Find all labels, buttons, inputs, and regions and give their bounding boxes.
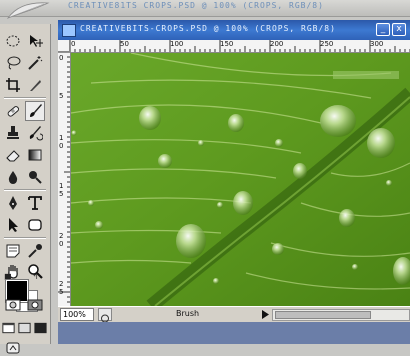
vertical-ruler[interactable]: 0 5 1 0 1 5 2 0 2 5 <box>58 52 71 320</box>
rounded-rect-icon <box>28 219 42 231</box>
swap-colors-icon[interactable]: ↰ <box>32 272 39 281</box>
crop-tool[interactable] <box>3 75 23 95</box>
feather-logo-icon <box>6 2 50 19</box>
dashed-ellipse-icon <box>6 35 20 47</box>
arrow-pointer-icon <box>9 218 18 232</box>
history-brush-icon <box>29 126 43 141</box>
healing-brush-tool[interactable] <box>3 101 23 121</box>
screen-mode-full-menu[interactable] <box>17 320 32 335</box>
gradient-tool[interactable] <box>25 145 45 165</box>
magic-wand-icon <box>28 56 43 70</box>
screen-mode-full[interactable] <box>33 320 48 335</box>
type-tool[interactable] <box>25 193 45 213</box>
ruler-v-label: 5 <box>59 190 64 198</box>
path-selection-tool[interactable] <box>3 215 23 235</box>
document-window[interactable]: CREATIVEBITS-CROPS.PSD @ 100% (CROPS, RG… <box>58 20 410 344</box>
pen-nib-icon <box>9 196 17 210</box>
ruler-v-label: 0 <box>59 54 64 62</box>
type-t-icon <box>28 196 42 210</box>
ruler-v-label: 1 <box>59 134 64 142</box>
brush-tool[interactable] <box>25 101 45 121</box>
scroll-thumb[interactable] <box>275 311 371 319</box>
ruler-v-label: 0 <box>59 142 64 150</box>
ruler-h-label: 150 <box>220 40 234 48</box>
eyedropper-tool[interactable] <box>25 241 45 261</box>
dodge-icon <box>29 171 42 184</box>
ruler-h-label: 300 <box>370 40 384 48</box>
quick-mask-icon <box>27 299 43 311</box>
horizontal-ruler[interactable]: 0 50 100 150 200 250 300 <box>70 40 410 53</box>
lasso-tool[interactable] <box>3 53 23 73</box>
shape-tool[interactable] <box>25 215 45 235</box>
clone-stamp-tool[interactable] <box>3 123 23 143</box>
minimize-button[interactable]: _ <box>376 23 390 36</box>
image-canvas[interactable] <box>71 53 410 306</box>
ruler-v-label: 1 <box>59 182 64 190</box>
window-icon <box>2 322 15 333</box>
ruler-h-label: 50 <box>120 40 129 48</box>
eyedropper-icon <box>28 244 42 258</box>
window-full-icon <box>18 322 31 333</box>
standard-mode-icon <box>5 299 21 311</box>
gradient-icon <box>28 149 42 161</box>
quick-mask-button[interactable] <box>25 296 45 314</box>
ruler-v-label: 2 <box>59 232 64 240</box>
note-icon <box>6 244 20 258</box>
pen-tool[interactable] <box>3 193 23 213</box>
eraser-tool[interactable] <box>3 145 23 165</box>
document-title-bar[interactable]: CREATIVEBITS-CROPS.PSD @ 100% (CROPS, RG… <box>58 20 410 40</box>
ruler-v-label: 2 <box>59 280 64 288</box>
blur-tool[interactable] <box>3 167 23 187</box>
options-bar: CREATIVE81TS CROPS.PSD @ 100% (CROPS, RG… <box>0 0 410 19</box>
marquee-tool[interactable] <box>3 31 23 51</box>
screen-mode-standard[interactable] <box>1 320 16 335</box>
slice-tool[interactable] <box>25 75 45 95</box>
close-button[interactable]: x <box>392 23 406 36</box>
window-dark-icon <box>34 322 47 333</box>
paintbrush-icon <box>30 104 42 117</box>
magic-wand-tool[interactable] <box>25 53 45 73</box>
document-icon <box>62 24 76 37</box>
move-tool[interactable] <box>25 31 45 51</box>
ruler-h-label: 0 <box>71 40 76 48</box>
status-tool-text: Brush <box>176 309 200 318</box>
move-arrow-icon <box>30 35 43 47</box>
status-bar: 100% Brush <box>58 306 410 323</box>
water-drop-icon <box>8 171 18 184</box>
bandage-icon <box>7 106 20 117</box>
stamp-icon <box>7 126 19 139</box>
window-bottom-area <box>58 322 410 344</box>
jump-to-imageready-button[interactable] <box>3 340 23 356</box>
leaf-image <box>71 53 410 306</box>
ruler-v-label: 5 <box>59 288 64 296</box>
lasso-icon <box>7 56 21 70</box>
ruler-origin[interactable] <box>58 40 70 52</box>
ruler-h-label: 100 <box>170 40 184 48</box>
status-info-button[interactable] <box>98 308 112 323</box>
crop-icon <box>6 78 20 92</box>
document-title: CREATIVEBITS-CROPS.PSD @ 100% (CROPS, RG… <box>80 24 336 33</box>
horizontal-scrollbar[interactable] <box>272 309 410 321</box>
eraser-icon <box>6 150 20 162</box>
status-menu-arrow-icon[interactable] <box>260 309 270 320</box>
notes-tool[interactable] <box>3 241 23 261</box>
slice-knife-icon <box>30 80 41 91</box>
ruler-h-label: 200 <box>270 40 284 48</box>
options-bar-ghost-text: CREATIVE81TS CROPS.PSD @ 100% (CROPS, RG… <box>68 1 324 10</box>
imageready-icon <box>6 342 20 354</box>
ruler-h-label: 250 <box>320 40 334 48</box>
history-brush-tool[interactable] <box>25 123 45 143</box>
zoom-field[interactable]: 100% <box>60 308 94 321</box>
ruler-v-label: 0 <box>59 240 64 248</box>
dodge-tool[interactable] <box>25 167 45 187</box>
standard-mode-button[interactable] <box>3 296 23 314</box>
ruler-v-label: 5 <box>59 92 64 100</box>
tools-palette: ■ ↰ <box>0 24 51 354</box>
